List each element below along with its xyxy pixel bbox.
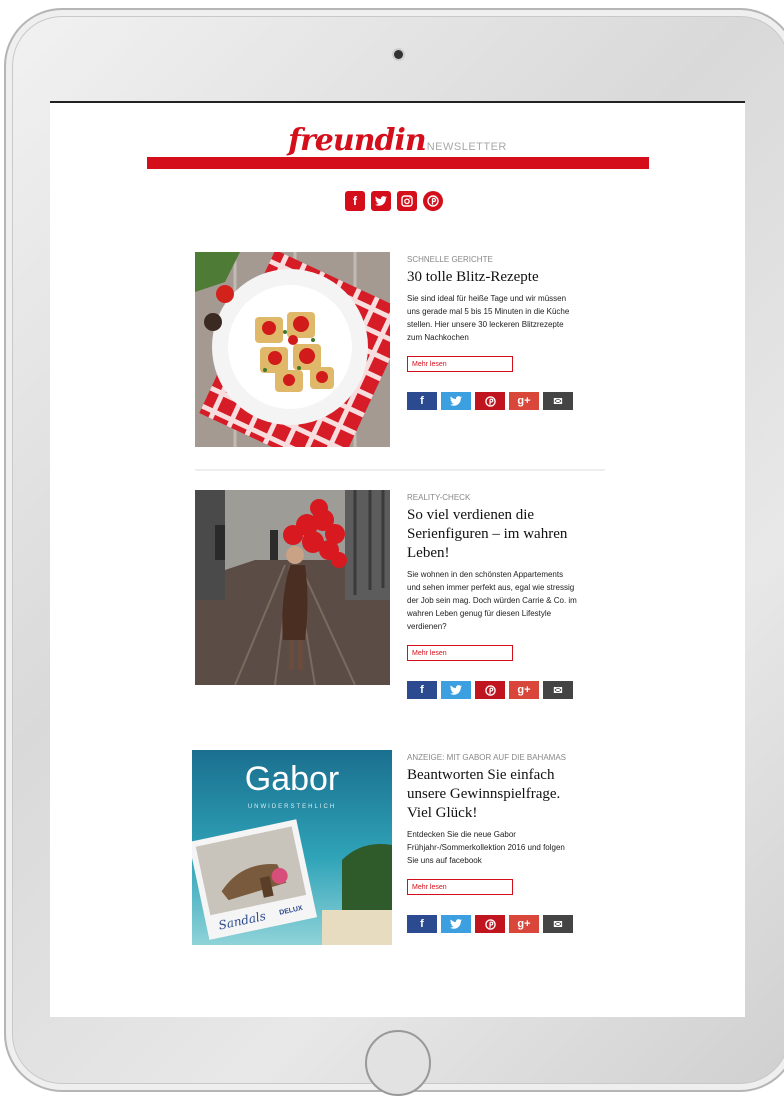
share-mail-icon[interactable]: ✉ — [543, 681, 573, 699]
home-button[interactable] — [365, 1030, 431, 1096]
social-links: f — [345, 191, 443, 211]
share-googleplus-icon[interactable]: g+ — [509, 915, 539, 933]
twitter-icon[interactable] — [371, 191, 391, 211]
article-headline[interactable]: Beantworten Sie einfach unsere Gewinnspi… — [407, 766, 577, 823]
share-googleplus-icon[interactable]: g+ — [509, 681, 539, 699]
article-teaser: Sie sind ideal für heiße Tage und wir mü… — [407, 294, 570, 342]
read-more-button[interactable]: Mehr lesen — [407, 879, 513, 895]
share-pinterest-icon[interactable] — [475, 681, 505, 699]
share-mail-icon[interactable]: ✉ — [543, 392, 573, 410]
article-text: REALITY-CHECK So viel verdienen die Seri… — [407, 490, 577, 699]
share-row: f g+ ✉ — [407, 681, 577, 699]
article-kicker: ANZEIGE: MIT GABOR AUF DIE BAHAMAS — [407, 753, 566, 762]
article-headline[interactable]: So viel verdienen die Serienfiguren – im… — [407, 506, 577, 563]
share-row: f g+ ✉ — [407, 915, 577, 933]
ad-tagline-text: UNWIDERSTEHLICH — [248, 804, 336, 810]
article-kicker: REALITY-CHECK — [407, 493, 471, 502]
share-pinterest-icon[interactable] — [475, 392, 505, 410]
divider — [195, 469, 605, 471]
share-twitter-icon[interactable] — [441, 681, 471, 699]
brand-subtitle: NEWSLETTER — [426, 141, 507, 153]
article-kicker: SCHNELLE GERICHTE — [407, 255, 493, 264]
newsletter-screen: freundinNEWSLETTER f SCHNELLE GERICHTE 3… — [50, 101, 745, 1017]
instagram-icon[interactable] — [397, 191, 417, 211]
article-text: ANZEIGE: MIT GABOR AUF DIE BAHAMAS Beant… — [407, 750, 577, 933]
article-teaser: Sie wohnen in den schönsten Appartements… — [407, 570, 577, 631]
balloon-woman-image[interactable] — [195, 490, 390, 685]
article-headline[interactable]: 30 tolle Blitz-Rezepte — [407, 268, 577, 287]
gabor-ad-image[interactable]: Gabor UNWIDERSTEHLICH Sandals DELUX — [192, 750, 392, 945]
brand-header: freundinNEWSLETTER — [50, 123, 745, 159]
share-facebook-icon[interactable]: f — [407, 392, 437, 410]
header-bar — [147, 157, 649, 169]
share-row: f g+ ✉ — [407, 392, 577, 410]
share-mail-icon[interactable]: ✉ — [543, 915, 573, 933]
pinterest-icon[interactable] — [423, 191, 443, 211]
share-twitter-icon[interactable] — [441, 392, 471, 410]
share-pinterest-icon[interactable] — [475, 915, 505, 933]
ad-brand-text: Gabor — [245, 760, 340, 798]
read-more-button[interactable]: Mehr lesen — [407, 356, 513, 372]
share-facebook-icon[interactable]: f — [407, 915, 437, 933]
facebook-icon[interactable]: f — [345, 191, 365, 211]
share-twitter-icon[interactable] — [441, 915, 471, 933]
read-more-button[interactable]: Mehr lesen — [407, 645, 513, 661]
ravioli-image[interactable] — [195, 252, 390, 447]
share-googleplus-icon[interactable]: g+ — [509, 392, 539, 410]
brand-logo[interactable]: freundin — [288, 123, 427, 158]
camera-icon — [394, 50, 403, 59]
article-text: SCHNELLE GERICHTE 30 tolle Blitz-Rezepte… — [407, 252, 577, 410]
share-facebook-icon[interactable]: f — [407, 681, 437, 699]
article-teaser: Entdecken Sie die neue Gabor Frühjahr-/S… — [407, 830, 565, 865]
